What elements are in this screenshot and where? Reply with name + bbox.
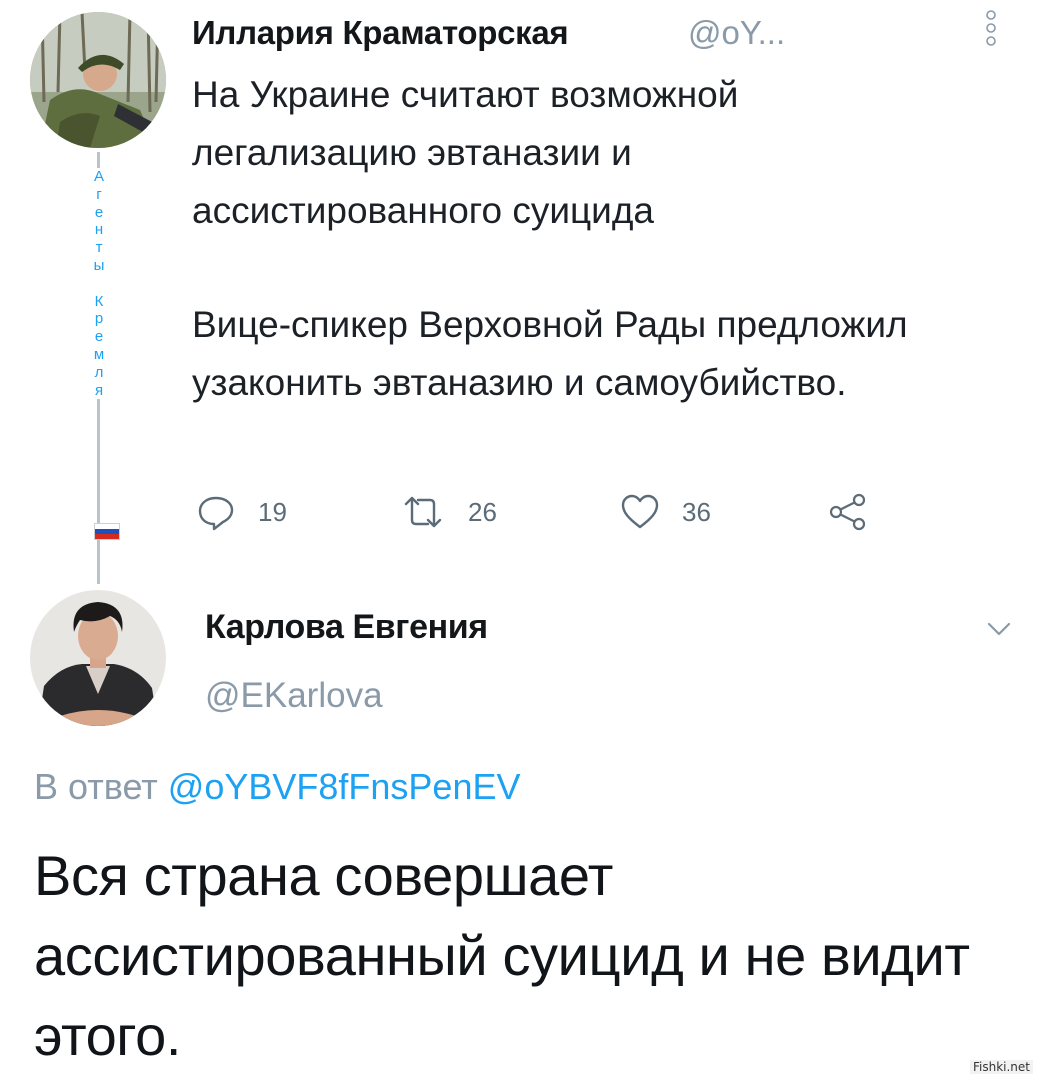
tweet-paragraph: Вице-спикер Верховной Рады предложил уза… [192,304,908,403]
more-vertical-icon[interactable] [984,8,998,48]
retweet-button[interactable]: 26 [400,490,497,534]
reply-to-prefix: В ответ [34,766,158,807]
watermark: Fishki.net [969,1060,1033,1074]
vertical-display-name-extension: А г е н т ы К р е м л я [90,168,108,400]
like-count: 36 [682,496,711,527]
share-icon [828,492,868,532]
like-button[interactable]: 36 [620,490,711,534]
tweet-paragraph: На Украине считают возможной легализацию… [192,74,739,231]
reply-icon [196,492,236,532]
reply-count: 19 [258,496,287,527]
chevron-down-icon[interactable] [986,620,1012,638]
retweet-count: 26 [468,496,497,527]
parent-display-name[interactable]: Иллария Краматорская [192,14,569,52]
like-heart-icon [620,492,660,532]
reply-to-mention-link[interactable]: @oYBVF8fFnsPenEV [168,766,521,807]
reply-handle[interactable]: @EKarlova [205,676,383,716]
avatar-illaria[interactable] [30,12,166,148]
reply-display-name[interactable]: Карлова Евгения [205,608,488,647]
reply-button[interactable]: 19 [196,490,287,534]
reply-context: В ответ @oYBVF8fFnsPenEV [34,766,521,808]
parent-tweet-text: На Украине считают возможной легализацию… [192,66,952,412]
avatar-karlova[interactable] [30,590,166,726]
parent-handle[interactable]: @oY... [688,14,785,52]
russia-flag-icon [94,523,120,540]
reply-tweet-text: Вся страна совершает ассистированный суи… [34,844,970,1067]
retweet-icon [400,492,446,532]
share-button[interactable] [828,490,868,534]
